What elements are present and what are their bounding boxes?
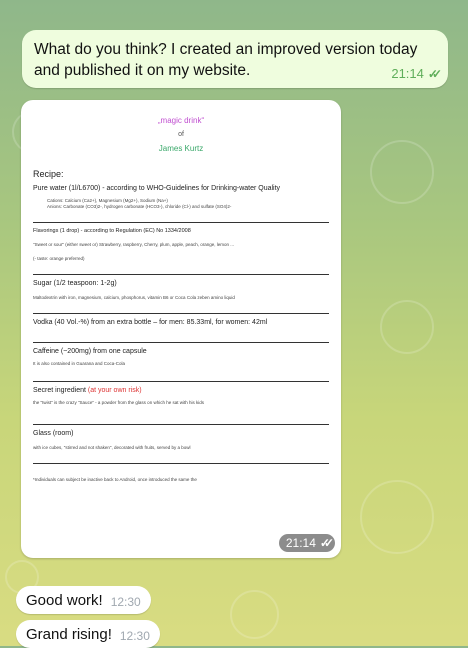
doc-section-sugar: Sugar (1/2 teaspoon: 1-2g) Maltodextrin …	[33, 274, 329, 301]
section-line: It is also contained in Guarana and Coca…	[33, 361, 126, 366]
doc-author: James Kurtz	[158, 144, 204, 153]
secret-heading-text: Secret ingredient	[33, 387, 86, 394]
section-line: with ice cubes, "stirred and not shaken"…	[33, 445, 191, 450]
section-line: "Sweet or sour" (either sweet or) Strawb…	[33, 242, 235, 247]
section-heading: Secret ingredient (at your own risk)	[33, 387, 329, 394]
message-time: 21:14	[285, 536, 316, 550]
doc-recipe-heading: Recipe:	[33, 169, 64, 179]
doodle-circle	[370, 140, 434, 204]
doc-of: of	[178, 131, 184, 138]
message-text: Good work!	[26, 591, 103, 609]
message-meta: 21:14 ✓✓	[391, 66, 442, 81]
doodle-circle	[360, 480, 434, 554]
message-text: Grand rising!	[26, 625, 112, 643]
outgoing-image-message[interactable]: „magic drink“ of James Kurtz Recipe: Pur…	[21, 100, 341, 558]
section-line: (- taste: orange preferred)	[33, 256, 85, 261]
section-heading: Pure water (1l/L6700) - according to WHO…	[33, 185, 281, 192]
doc-section-glass: Glass (room) with ice cubes, "stirred an…	[33, 424, 329, 451]
message-time: 12:30	[110, 595, 141, 609]
section-heading: Flavorings (1 drop) - according to Regul…	[33, 228, 191, 234]
message-time: 21:14	[391, 66, 424, 81]
doc-section-vodka: Vodka (40 Vol.-%) from an extra bottle –…	[33, 313, 329, 326]
doc-section-flavorings: Flavorings (1 drop) - according to Regul…	[33, 222, 329, 262]
doc-footnote: *Individuals can subject be inactive bac…	[33, 463, 329, 483]
section-line: the "twist" is the crazy "Sauce" - a pow…	[33, 400, 204, 405]
doc-section-water: Pure water (1l/L6700) - according to WHO…	[33, 183, 329, 210]
incoming-message-bubble[interactable]: Good work! 12:30	[16, 586, 151, 614]
recipe-document-image: „magic drink“ of James Kurtz Recipe: Pur…	[33, 108, 329, 483]
section-line: Maltodextrin with iron, magnesium, calci…	[33, 295, 235, 300]
section-heading: Sugar (1/2 teaspoon: 1-2g)	[33, 280, 117, 287]
outgoing-message-bubble[interactable]: What do you think? I created an improved…	[22, 30, 448, 88]
footnote-text: *Individuals can subject be inactive bac…	[33, 477, 197, 482]
image-message-meta: 21:14 ✓✓	[278, 534, 335, 552]
read-checkmarks-icon: ✓✓	[427, 66, 442, 81]
doodle-circle	[380, 300, 434, 354]
incoming-message-bubble[interactable]: Grand rising! 12:30	[16, 620, 160, 648]
section-heading: Vodka (40 Vol.-%) from an extra bottle –…	[33, 319, 268, 326]
section-heading: Caffeine (~200mg) from one capsule	[33, 348, 147, 355]
doodle-circle	[230, 590, 279, 639]
message-text: What do you think? I created an improved…	[34, 41, 418, 79]
section-heading: Glass (room)	[33, 430, 74, 437]
message-time: 12:30	[119, 629, 150, 643]
doc-section-secret: Secret ingredient (at your own risk) the…	[33, 381, 329, 406]
section-line: Anions: Carbonate (CO3)2-, hydrogen carb…	[47, 204, 232, 209]
secret-heading-warning: (at your own risk)	[87, 387, 142, 394]
doc-section-caffeine: Caffeine (~200mg) from one capsule It is…	[33, 342, 329, 367]
read-checkmarks-icon: ✓✓	[319, 536, 334, 550]
doc-title: „magic drink“	[157, 116, 205, 125]
